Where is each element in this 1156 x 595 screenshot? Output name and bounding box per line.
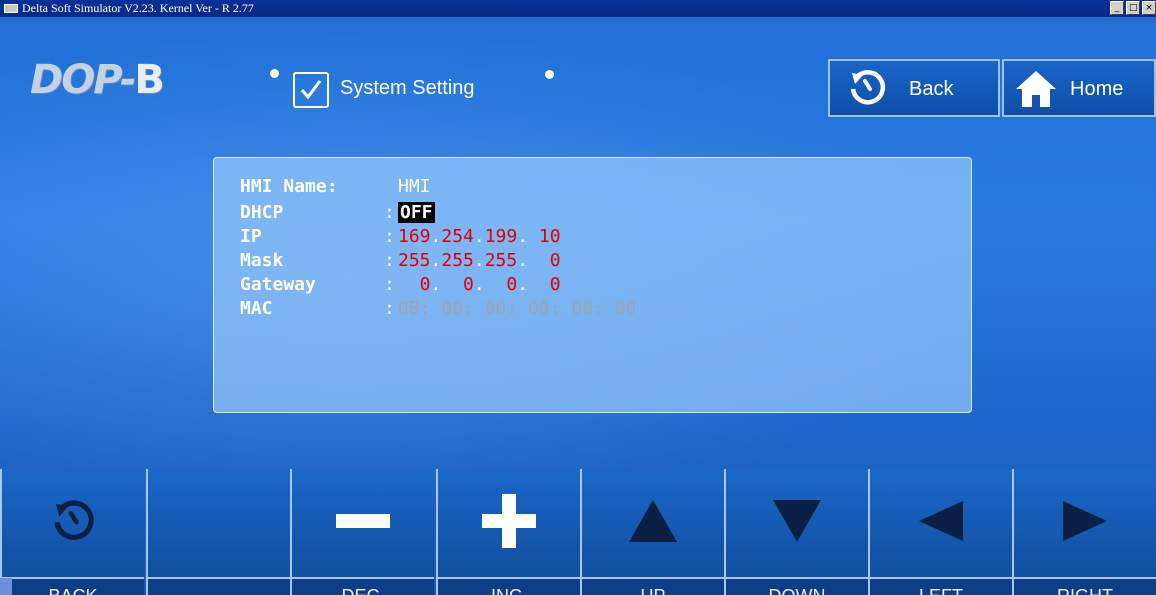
down-key-label: DOWN (726, 577, 868, 595)
network-settings-panel: HMI Name: HMI DHCP: OFF IP:169.254.199. 10… (213, 157, 972, 413)
mac-label: MAC (240, 298, 273, 319)
left-key[interactable]: LEFT (868, 469, 1012, 595)
dhcp-label: DHCP (240, 202, 284, 223)
maximize-button[interactable]: □ (1126, 1, 1140, 15)
ip-octet-1[interactable]: 169 (398, 226, 431, 247)
mask-octet-1[interactable]: 255 (398, 250, 431, 271)
dhcp-row: DHCP: OFF (240, 202, 435, 223)
hmi-screen: DOP-B System Setting Back Home HMI Name:… (0, 17, 1156, 595)
home-label: Home (1070, 78, 1124, 100)
ip-octet-4[interactable]: 10 (528, 226, 561, 247)
back-button[interactable]: Back (828, 59, 1000, 117)
back-arrow-icon (54, 500, 94, 540)
up-key-label: UP (582, 577, 724, 595)
hmi-name-row: HMI Name: HMI (240, 176, 431, 198)
mask-label: Mask (240, 250, 284, 271)
ip-row: IP:169.254.199. 10 (240, 226, 561, 247)
function-key-bar: BACK DEC. INC. UP (0, 469, 1156, 595)
window-title: Delta Soft Simulator V2.23. Kernel Ver -… (22, 1, 254, 15)
system-setting-checkbox (293, 72, 329, 108)
minimize-icon: _ (1114, 3, 1120, 13)
triangle-down-icon (773, 500, 821, 542)
simulator-window: Delta Soft Simulator V2.23. Kernel Ver -… (0, 0, 1156, 595)
back-key-label: BACK (2, 577, 144, 595)
dhcp-value[interactable]: OFF (398, 202, 435, 223)
back-arrow-icon (850, 70, 886, 105)
plus-icon (482, 494, 536, 548)
window-controls: _ □ × (1110, 1, 1156, 16)
triangle-right-icon (1063, 501, 1107, 541)
mac-value: 0B: 00: 00: 00: 00: 00 (398, 298, 637, 319)
close-icon: × (1145, 3, 1153, 13)
right-key-label: RIGHT (1014, 577, 1156, 595)
blank-key[interactable] (146, 469, 290, 595)
dec-key-label: DEC. (292, 577, 434, 595)
back-label: Back (909, 78, 954, 100)
gateway-row: Gateway: 0. 0. 0. 0 (240, 274, 561, 295)
bullet-dot (545, 70, 554, 79)
home-button[interactable]: Home (1002, 59, 1156, 117)
desktop-edge (0, 578, 12, 595)
minimize-button[interactable]: _ (1110, 1, 1124, 15)
mask-octet-2[interactable]: 255 (441, 250, 474, 271)
triangle-left-icon (919, 501, 963, 541)
dop-b-logo: DOP-B (30, 57, 165, 103)
mac-row: MAC:0B: 00: 00: 00: 00: 00 (240, 298, 637, 319)
triangle-up-icon (629, 500, 677, 542)
ip-octet-2[interactable]: 254 (441, 226, 474, 247)
gateway-octet-1[interactable]: 0 (398, 274, 431, 295)
ip-label: IP (240, 226, 262, 247)
dec-key[interactable]: DEC. (290, 469, 434, 595)
up-key[interactable]: UP (580, 469, 724, 595)
checkmark-icon (300, 80, 322, 100)
screen-title: System Setting (340, 77, 475, 99)
inc-key[interactable]: INC. (436, 469, 580, 595)
gateway-octet-4[interactable]: 0 (528, 274, 561, 295)
inc-key-label: INC. (438, 577, 580, 595)
ip-octet-3[interactable]: 199 (485, 226, 518, 247)
mask-octet-4[interactable]: 0 (528, 250, 561, 271)
close-button[interactable]: × (1142, 1, 1156, 15)
app-icon (4, 4, 18, 13)
hmi-name-value[interactable]: HMI (398, 176, 431, 197)
hmi-name-label: HMI Name: (240, 176, 338, 197)
gateway-octet-2[interactable]: 0 (441, 274, 474, 295)
back-key[interactable]: BACK (0, 469, 144, 595)
gateway-octet-3[interactable]: 0 (485, 274, 517, 295)
gateway-label: Gateway (240, 274, 316, 295)
mask-octet-3[interactable]: 255 (485, 250, 518, 271)
minus-icon (336, 514, 390, 528)
down-key[interactable]: DOWN (724, 469, 868, 595)
right-key[interactable]: RIGHT (1012, 469, 1156, 595)
bullet-dot (270, 69, 279, 78)
maximize-icon: □ (1129, 3, 1138, 13)
home-icon (1016, 71, 1056, 107)
blank-key-label (148, 577, 290, 595)
title-bar: Delta Soft Simulator V2.23. Kernel Ver -… (0, 0, 1156, 17)
left-key-label: LEFT (870, 577, 1012, 595)
mask-row: Mask:255.255.255. 0 (240, 250, 561, 271)
